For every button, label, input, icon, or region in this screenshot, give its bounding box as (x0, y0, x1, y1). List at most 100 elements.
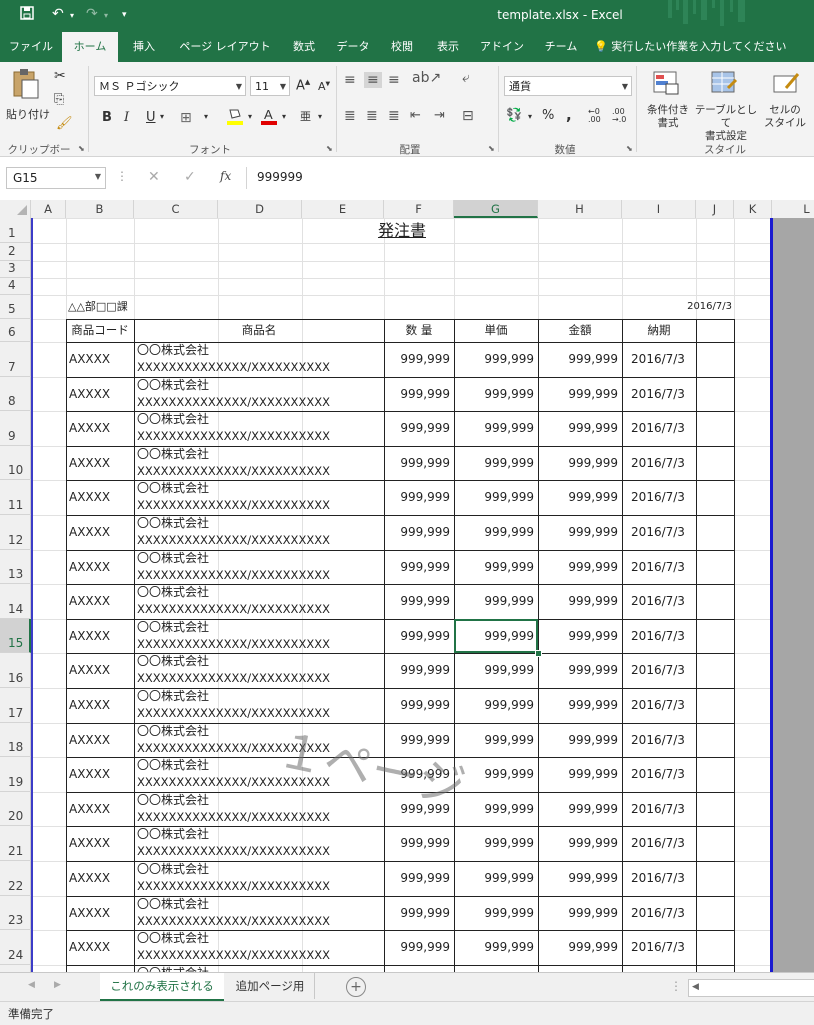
company-name-cell[interactable]: 〇〇株式会社 (137, 342, 383, 359)
insert-function-icon[interactable]: fx (220, 169, 231, 183)
quantity-cell[interactable] (384, 965, 450, 972)
amount-cell[interactable]: 999,999 (538, 861, 618, 896)
quantity-cell[interactable]: 999,999 (384, 584, 450, 619)
customize-qat-icon[interactable]: ▾ (122, 10, 127, 20)
grow-font-button[interactable]: A▲ (296, 78, 310, 93)
company-name-cell[interactable]: 〇〇株式会社 (137, 619, 383, 636)
prev-sheet-icon[interactable]: ◀ (28, 980, 35, 990)
amount-cell[interactable] (538, 965, 618, 972)
row-header[interactable]: 5 (0, 295, 31, 319)
amount-cell[interactable]: 999,999 (538, 446, 618, 481)
align-top-icon[interactable]: ≡ (344, 72, 356, 88)
merge-center-icon[interactable]: ⊟ (462, 108, 474, 124)
product-name-cell[interactable]: XXXXXXXXXXXXXX/XXXXXXXXXX (137, 843, 383, 860)
copy-icon[interactable]: ⎘ (54, 92, 64, 107)
scroll-left-icon[interactable]: ◀ (692, 982, 699, 992)
unit-price-cell[interactable]: 999,999 (454, 792, 534, 827)
phonetic-icon[interactable]: 亜 (300, 108, 311, 124)
unit-price-cell[interactable]: 999,999 (454, 515, 534, 550)
align-center-icon[interactable]: ≣ (366, 108, 378, 124)
amount-cell[interactable]: 999,999 (538, 688, 618, 723)
row-header[interactable]: 1 (0, 218, 31, 243)
amount-cell[interactable]: 999,999 (538, 723, 618, 758)
percent-button[interactable]: % (542, 108, 554, 123)
product-name-cell[interactable]: XXXXXXXXXXXXXX/XXXXXXXXXX (137, 913, 383, 930)
quantity-cell[interactable]: 999,999 (384, 342, 450, 377)
font-name-combo[interactable]: ＭＳ Ｐゴシック ▼ (94, 76, 246, 96)
row-header[interactable]: 2 (0, 243, 31, 261)
product-name-cell[interactable]: XXXXXXXXXXXXXX/XXXXXXXXXX (137, 947, 383, 964)
tab-insert[interactable]: 挿入 (122, 32, 166, 62)
amount-cell[interactable]: 999,999 (538, 550, 618, 585)
underline-button[interactable]: U (146, 110, 156, 125)
company-name-cell[interactable]: 〇〇株式会社 (137, 826, 383, 843)
col-header[interactable]: A (31, 200, 66, 218)
format-as-table-button[interactable]: テーブルとして 書式設定 (692, 104, 760, 143)
row-header[interactable]: 23 (0, 895, 31, 931)
due-date-cell[interactable]: 2016/7/3 (622, 515, 694, 550)
select-all-button[interactable] (0, 200, 31, 218)
product-code-cell[interactable]: AXXXX (69, 653, 133, 688)
worksheet-grid[interactable]: 1234567891011121314151617181920212223242… (0, 218, 814, 972)
tab-data[interactable]: データ (330, 32, 376, 62)
italic-button[interactable]: I (124, 110, 129, 125)
row-header[interactable]: 6 (0, 319, 31, 342)
due-date-cell[interactable]: 2016/7/3 (622, 792, 694, 827)
company-name-cell[interactable]: 〇〇株式会社 (137, 896, 383, 913)
unit-price-cell[interactable]: 999,999 (454, 377, 534, 412)
quantity-cell[interactable]: 999,999 (384, 723, 450, 758)
row-header[interactable]: 10 (0, 445, 31, 481)
company-name-cell[interactable]: 〇〇株式会社 (137, 377, 383, 394)
due-date-cell[interactable]: 2016/7/3 (622, 377, 694, 412)
add-sheet-icon[interactable]: + (346, 977, 366, 997)
product-code-cell[interactable]: AXXXX (69, 861, 133, 896)
font-launcher-icon[interactable]: ⬊ (326, 144, 333, 153)
tab-addins[interactable]: アドイン (474, 32, 530, 62)
cell-styles-button[interactable]: セルの スタイル (760, 104, 810, 130)
company-name-cell[interactable]: 〇〇株式会社 (137, 515, 383, 532)
sheet-tab[interactable]: 追加ページ用 (226, 973, 315, 999)
cell-styles-icon[interactable] (772, 70, 800, 99)
company-name-cell[interactable]: 〇〇株式会社 (137, 480, 383, 497)
borders-icon[interactable]: ⊞ (180, 110, 192, 126)
amount-cell[interactable]: 999,999 (538, 411, 618, 446)
alignment-launcher-icon[interactable]: ⬊ (488, 144, 495, 153)
quantity-cell[interactable]: 999,999 (384, 411, 450, 446)
due-date-cell[interactable]: 2016/7/3 (622, 757, 694, 792)
align-right-icon[interactable]: ≣ (388, 108, 400, 124)
name-box[interactable]: G15 ▼ (6, 167, 106, 189)
col-header[interactable]: L (772, 200, 814, 218)
font-color-dropdown-icon[interactable]: ▾ (282, 112, 286, 121)
row-header[interactable]: 20 (0, 791, 31, 827)
due-date-cell[interactable]: 2016/7/3 (622, 653, 694, 688)
decrease-decimal-icon[interactable]: .00 →.0 (612, 108, 626, 124)
redo-icon[interactable]: ↷ (86, 6, 98, 22)
shrink-font-button[interactable]: A▼ (318, 80, 330, 93)
product-code-cell[interactable] (69, 965, 133, 972)
unit-price-cell[interactable]: 999,999 (454, 930, 534, 965)
product-name-cell[interactable]: XXXXXXXXXXXXXX/XXXXXXXXXX (137, 463, 383, 480)
amount-cell[interactable]: 999,999 (538, 342, 618, 377)
col-header[interactable]: H (538, 200, 622, 218)
product-code-cell[interactable]: AXXXX (69, 757, 133, 792)
accounting-dropdown-icon[interactable]: ▾ (528, 112, 532, 121)
product-code-cell[interactable]: AXXXX (69, 723, 133, 758)
company-name-cell[interactable]: 〇〇株式会社 (137, 584, 383, 601)
unit-price-cell[interactable]: 999,999 (454, 826, 534, 861)
product-code-cell[interactable]: AXXXX (69, 342, 133, 377)
increase-decimal-icon[interactable]: ←0.00 (588, 108, 601, 124)
unit-price-cell[interactable]: 999,999 (454, 723, 534, 758)
redo-dropdown-icon[interactable]: ▾ (104, 11, 108, 20)
product-code-cell[interactable]: AXXXX (69, 930, 133, 965)
conditional-format-icon[interactable] (652, 70, 680, 99)
font-size-combo[interactable]: 11 ▼ (250, 76, 290, 96)
due-date-cell[interactable]: 2016/7/3 (622, 861, 694, 896)
product-name-cell[interactable]: XXXXXXXXXXXXXX/XXXXXXXXXX (137, 532, 383, 549)
unit-price-cell[interactable]: 999,999 (454, 584, 534, 619)
fill-color-button[interactable] (226, 106, 244, 129)
tab-home[interactable]: ホーム (62, 32, 118, 62)
align-middle-icon[interactable]: ≡ (364, 72, 382, 88)
due-date-cell[interactable]: 2016/7/3 (622, 446, 694, 481)
due-date-cell[interactable]: 2016/7/3 (622, 342, 694, 377)
product-name-cell[interactable]: XXXXXXXXXXXXXX/XXXXXXXXXX (137, 809, 383, 826)
